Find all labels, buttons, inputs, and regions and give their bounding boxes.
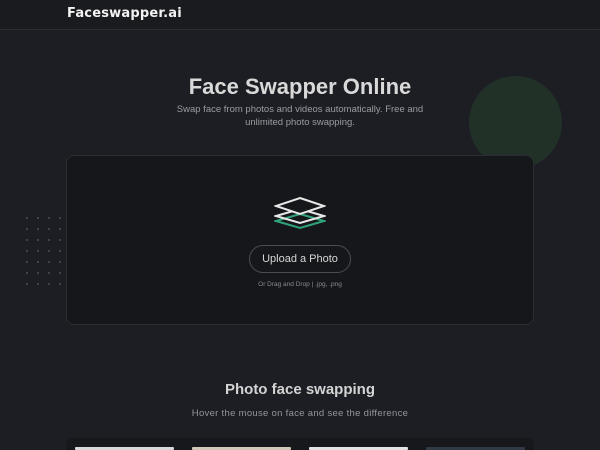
decorative-dot — [48, 228, 50, 230]
decorative-dot — [37, 272, 39, 274]
section-title: Photo face swapping — [224, 381, 375, 398]
decorative-dot — [26, 272, 28, 274]
decorative-dot — [26, 239, 28, 241]
decorative-dot — [37, 250, 39, 252]
decorative-dot — [37, 239, 39, 241]
decorative-dot — [37, 261, 39, 263]
decorative-dot — [26, 250, 28, 252]
section-subtitle: Hover the mouse on face and see the diff… — [191, 408, 409, 419]
page-title: Face Swapper Online — [188, 74, 412, 99]
decorative-dot-grid — [26, 217, 66, 289]
drag-drop-hint: Or Drag and Drop | .jpg, .png — [258, 281, 342, 288]
decorative-dot — [37, 217, 39, 219]
decorative-dot — [48, 217, 50, 219]
decorative-dot — [59, 239, 61, 241]
upload-dropzone[interactable] — [66, 155, 534, 325]
decorative-dot — [59, 261, 61, 263]
upload-photo-button[interactable]: Upload a Photo — [249, 245, 351, 273]
decorative-dot — [48, 250, 50, 252]
page-subtitle: Swap face from photos and videos automat… — [176, 104, 424, 128]
decorative-dot — [48, 239, 50, 241]
decorative-dot — [48, 261, 50, 263]
decorative-dot — [59, 272, 61, 274]
site-logo[interactable]: Faceswapper.ai — [67, 6, 182, 21]
top-navbar: Faceswapper.ai — [0, 0, 600, 30]
decorative-dot — [26, 228, 28, 230]
decorative-dot — [26, 261, 28, 263]
page: Faceswapper.ai Face Swapper Online Swap … — [0, 0, 600, 450]
decorative-dot — [26, 217, 28, 219]
decorative-dot — [59, 217, 61, 219]
layers-icon — [274, 196, 326, 230]
decorative-dot — [37, 228, 39, 230]
decorative-dot — [59, 250, 61, 252]
decorative-dot — [59, 228, 61, 230]
decorative-dot — [48, 272, 50, 274]
photo-gallery — [66, 438, 534, 450]
